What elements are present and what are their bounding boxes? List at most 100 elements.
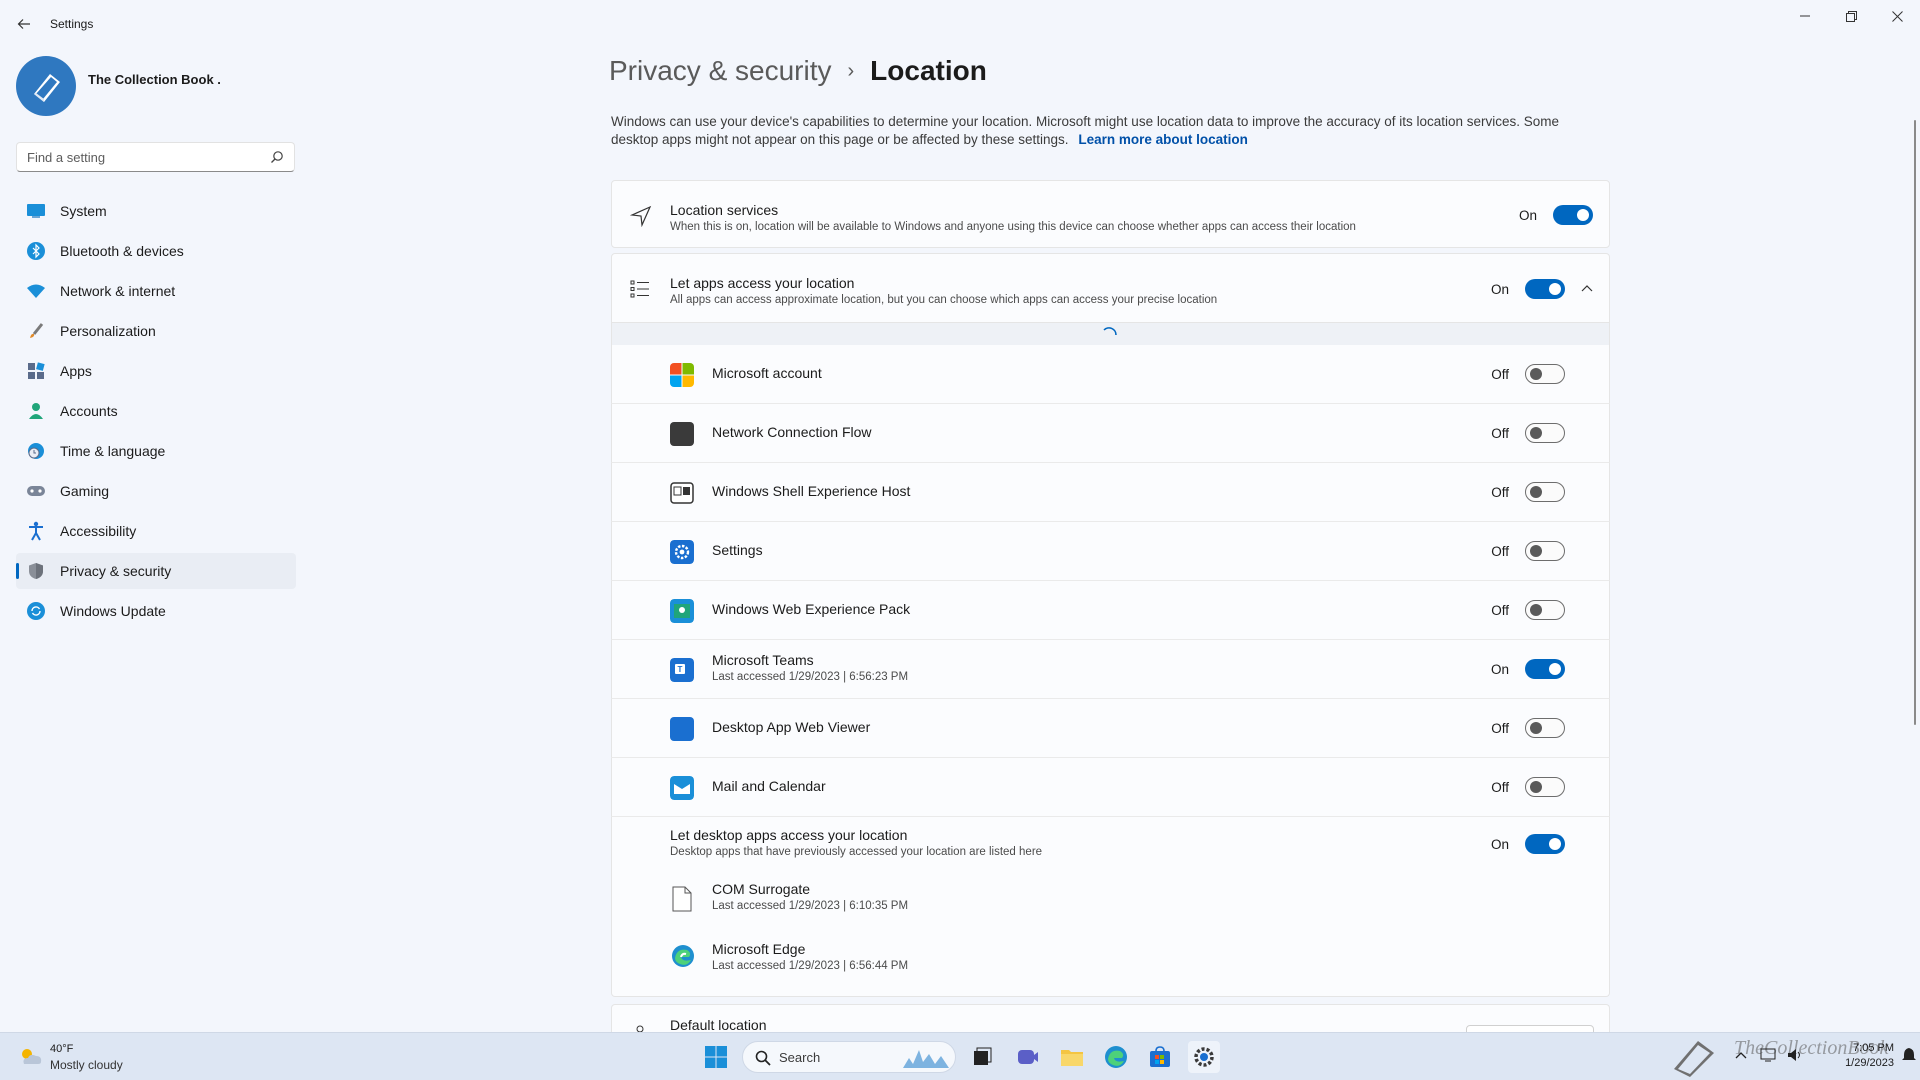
- settings-app-icon[interactable]: [1188, 1041, 1220, 1073]
- wifi-icon: [26, 281, 46, 301]
- file-explorer-icon[interactable]: [1056, 1041, 1088, 1073]
- sidebar-item-label: Privacy & security: [60, 563, 172, 579]
- sidebar-item-time-language[interactable]: Time & language: [16, 433, 296, 469]
- toggle-state: Off: [1491, 425, 1509, 441]
- chat-icon[interactable]: [1012, 1041, 1044, 1073]
- sidebar-item-bluetooth[interactable]: Bluetooth & devices: [16, 233, 296, 269]
- taskbar-search-label: Search: [779, 1050, 821, 1065]
- sidebar-nav: System Bluetooth & devices Network & int…: [16, 193, 296, 633]
- apps-access-toggle[interactable]: [1525, 279, 1565, 299]
- sidebar-item-label: Windows Update: [60, 603, 166, 619]
- location-services-toggle[interactable]: [1553, 205, 1593, 225]
- task-view-icon[interactable]: [966, 1041, 998, 1073]
- sidebar-item-privacy-security[interactable]: Privacy & security: [16, 553, 296, 589]
- microsoft-logo-icon: [670, 363, 694, 387]
- edge-browser-icon[interactable]: [1100, 1041, 1132, 1073]
- edge-icon: [672, 945, 694, 967]
- apps-access-title: Let apps access your location: [670, 275, 855, 291]
- learn-more-link[interactable]: Learn more about location: [1078, 132, 1248, 147]
- shield-icon: [26, 561, 46, 581]
- app-location-toggle[interactable]: [1525, 541, 1565, 561]
- start-button[interactable]: [700, 1041, 732, 1073]
- shell-window-icon: [670, 482, 694, 504]
- location-services-row: Location services When this is on, locat…: [611, 180, 1610, 248]
- clock-time[interactable]: 7:05 PM: [1853, 1042, 1894, 1054]
- cloudy-weather-icon[interactable]: [18, 1045, 44, 1067]
- sidebar-item-label: Apps: [60, 363, 92, 379]
- globe-clock-icon: [26, 441, 46, 461]
- sidebar-item-network[interactable]: Network & internet: [16, 273, 296, 309]
- profile-name[interactable]: The Collection Book .: [88, 72, 221, 87]
- desktop-apps-section: Let desktop apps access your location De…: [611, 817, 1610, 997]
- last-accessed: Last accessed 1/29/2023 | 6:56:23 PM: [712, 671, 909, 683]
- scrollbar[interactable]: [1914, 120, 1916, 725]
- list-icon: [630, 280, 649, 298]
- back-arrow-icon[interactable]: [12, 12, 36, 36]
- app-name: Network Connection Flow: [712, 424, 872, 440]
- sidebar-item-label: Network & internet: [60, 283, 176, 299]
- title-bar: Settings: [0, 0, 1920, 48]
- app-name: Microsoft account: [712, 365, 822, 381]
- list-item: Desktop App Web Viewer Off: [611, 699, 1610, 758]
- app-location-toggle[interactable]: [1525, 659, 1565, 679]
- restore-icon[interactable]: [1828, 0, 1874, 32]
- network-icon[interactable]: [1760, 1047, 1778, 1068]
- default-location-row[interactable]: Default location: [611, 1004, 1610, 1032]
- app-location-toggle[interactable]: [1525, 777, 1565, 797]
- close-icon[interactable]: [1874, 0, 1920, 32]
- gamepad-icon: [26, 481, 46, 501]
- avatar[interactable]: [16, 56, 76, 116]
- sidebar-item-windows-update[interactable]: Windows Update: [16, 593, 296, 629]
- list-item: Windows Web Experience Pack Off: [611, 581, 1610, 640]
- apps-access-row[interactable]: Let apps access your location All apps c…: [611, 253, 1610, 323]
- sidebar-item-accounts[interactable]: Accounts: [16, 393, 296, 429]
- search-field[interactable]: [16, 142, 295, 172]
- weather-temperature[interactable]: 40°F: [50, 1043, 73, 1055]
- app-location-toggle[interactable]: [1525, 364, 1565, 384]
- sidebar-item-label: System: [60, 203, 107, 219]
- location-arrow-icon: [630, 205, 652, 227]
- sidebar-item-label: Personalization: [60, 323, 156, 339]
- minimize-icon[interactable]: [1782, 0, 1828, 32]
- search-icon: [755, 1050, 771, 1066]
- app-location-toggle[interactable]: [1525, 718, 1565, 738]
- search-icon[interactable]: [270, 150, 284, 164]
- set-default-button[interactable]: [1466, 1025, 1594, 1032]
- sidebar-item-system[interactable]: System: [16, 193, 296, 229]
- app-tile-icon: [670, 422, 694, 446]
- chevron-up-icon[interactable]: [1581, 284, 1593, 292]
- sidebar-item-label: Accessibility: [60, 523, 137, 539]
- list-item: Network Connection Flow Off: [611, 404, 1610, 463]
- desktop-apps-toggle[interactable]: [1525, 834, 1565, 854]
- mail-icon: [670, 776, 694, 800]
- sidebar-item-gaming[interactable]: Gaming: [16, 473, 296, 509]
- notification-icon[interactable]: [1902, 1047, 1916, 1068]
- app-location-toggle[interactable]: [1525, 482, 1565, 502]
- app-location-toggle[interactable]: [1525, 423, 1565, 443]
- app-name: Windows Shell Experience Host: [712, 483, 911, 499]
- taskbar-search[interactable]: Search: [742, 1041, 956, 1073]
- last-accessed: Last accessed 1/29/2023 | 6:56:44 PM: [712, 960, 909, 972]
- list-item: Mail and Calendar Off: [611, 758, 1610, 817]
- chevron-up-tray-icon[interactable]: [1734, 1047, 1750, 1063]
- toggle-state: On: [1490, 281, 1509, 297]
- book-logo-icon: [34, 74, 60, 102]
- store-icon[interactable]: [1144, 1041, 1176, 1073]
- volume-icon[interactable]: [1786, 1047, 1804, 1068]
- search-input[interactable]: [17, 143, 257, 171]
- app-location-toggle[interactable]: [1525, 600, 1565, 620]
- weather-condition[interactable]: Mostly cloudy: [50, 1058, 123, 1072]
- sidebar-item-label: Accounts: [60, 403, 118, 419]
- sidebar-item-accessibility[interactable]: Accessibility: [16, 513, 296, 549]
- toggle-state: Off: [1491, 543, 1509, 559]
- location-services-subtitle: When this is on, location will be availa…: [670, 221, 1356, 233]
- default-location-title: Default location: [670, 1017, 767, 1032]
- sidebar-item-apps[interactable]: Apps: [16, 353, 296, 389]
- apps-icon: [26, 361, 46, 381]
- sidebar-item-personalization[interactable]: Personalization: [16, 313, 296, 349]
- app-name: Windows Web Experience Pack: [712, 601, 911, 617]
- breadcrumb-parent[interactable]: Privacy & security: [609, 55, 832, 87]
- sidebar-item-label: Gaming: [60, 483, 110, 499]
- apps-access-subtitle: All apps can access approximate location…: [670, 294, 1218, 306]
- clock-date[interactable]: 1/29/2023: [1845, 1057, 1894, 1069]
